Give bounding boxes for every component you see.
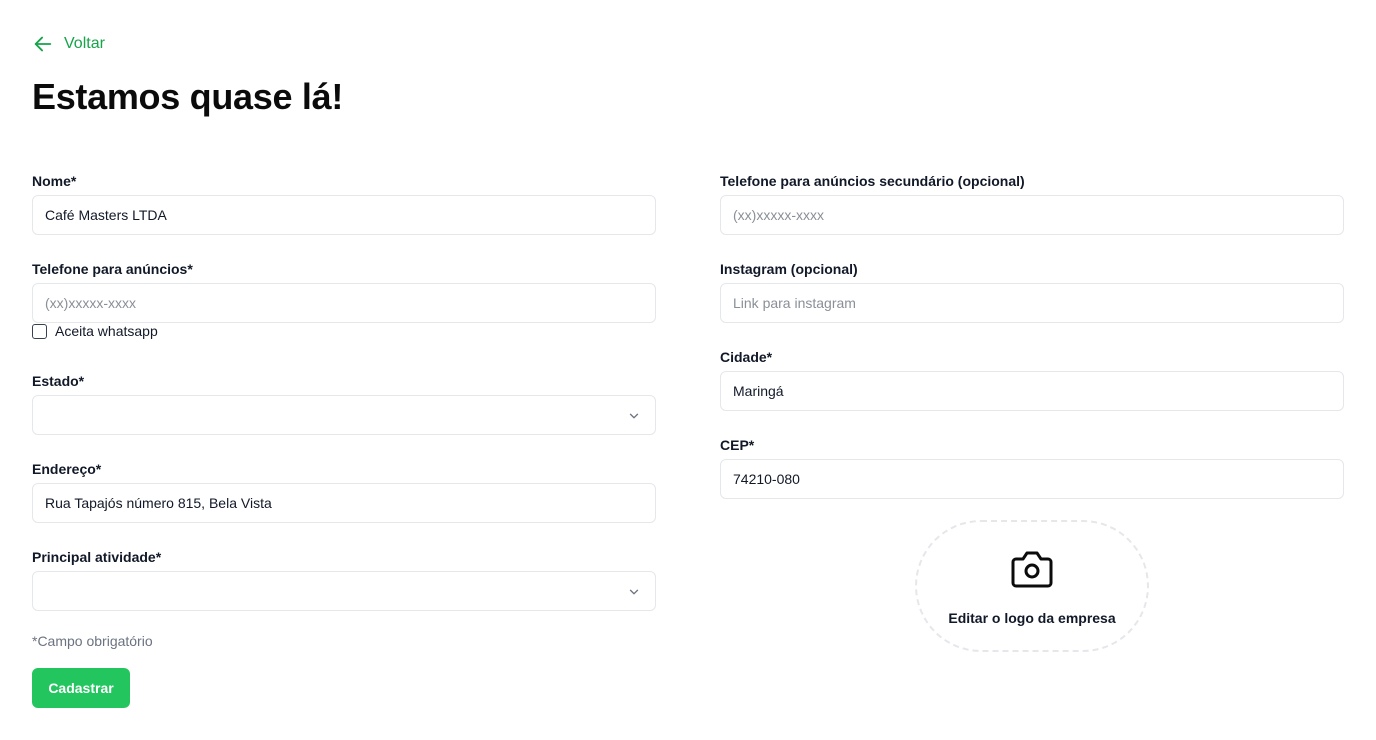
cep-label: CEP* xyxy=(720,437,755,453)
cidade-input[interactable] xyxy=(720,371,1344,411)
cep-field-group: CEP* xyxy=(720,436,1344,499)
estado-select[interactable] xyxy=(32,395,656,435)
instagram-label: Instagram (opcional) xyxy=(720,261,858,277)
page-title: Estamos quase lá! xyxy=(32,76,344,117)
atividade-field-group: Principal atividade* xyxy=(32,548,656,611)
arrow-left-icon xyxy=(34,36,52,52)
instagram-input[interactable] xyxy=(720,283,1344,323)
telefone-secundario-field-group: Telefone para anúncios secundário (opcio… xyxy=(720,172,1344,235)
camera-icon xyxy=(1011,551,1053,588)
telefone-secundario-input[interactable] xyxy=(720,195,1344,235)
estado-field-group: Estado* xyxy=(32,372,656,435)
estado-label: Estado* xyxy=(32,373,85,389)
telefone-field-group: Telefone para anúncios* xyxy=(32,260,656,323)
telefone-input[interactable] xyxy=(32,283,656,323)
telefone-secundario-label: Telefone para anúncios secundário (opcio… xyxy=(720,173,1025,189)
cep-input[interactable] xyxy=(720,459,1344,499)
telefone-label: Telefone para anúncios* xyxy=(32,261,193,277)
nome-label: Nome* xyxy=(32,173,77,189)
nome-field-group: Nome* xyxy=(32,172,656,235)
logo-upload-button[interactable]: Editar o logo da empresa xyxy=(915,520,1149,652)
atividade-select[interactable] xyxy=(32,571,656,611)
cadastrar-button[interactable]: Cadastrar xyxy=(32,668,130,708)
whatsapp-checkbox[interactable] xyxy=(32,323,47,339)
whatsapp-checkbox-row[interactable]: Aceita whatsapp xyxy=(32,323,158,339)
instagram-field-group: Instagram (opcional) xyxy=(720,260,1344,323)
back-link[interactable]: Voltar xyxy=(32,33,105,55)
endereco-input[interactable] xyxy=(32,483,656,523)
back-link-label: Voltar xyxy=(64,35,105,52)
required-field-note: *Campo obrigatório xyxy=(32,633,153,649)
chevron-down-icon xyxy=(629,413,639,419)
endereco-label: Endereço* xyxy=(32,461,102,477)
whatsapp-checkbox-label: Aceita whatsapp xyxy=(55,323,158,339)
logo-upload-label: Editar o logo da empresa xyxy=(948,610,1116,626)
endereco-field-group: Endereço* xyxy=(32,460,656,523)
chevron-down-icon xyxy=(629,589,639,595)
cidade-label: Cidade* xyxy=(720,349,773,365)
atividade-label: Principal atividade* xyxy=(32,549,162,565)
nome-input[interactable] xyxy=(32,195,656,235)
cidade-field-group: Cidade* xyxy=(720,348,1344,411)
